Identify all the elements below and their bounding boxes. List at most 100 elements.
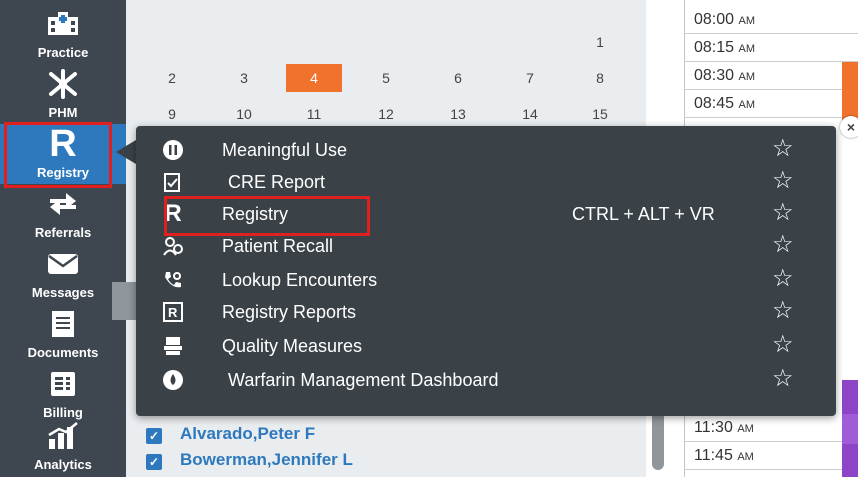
patient-recall-icon [162, 235, 184, 257]
menu-item-quality-measures[interactable]: Quality Measures ☆ [136, 330, 836, 362]
keyboard-shortcut: CTRL + ALT + VR [572, 204, 715, 224]
sidebar-item-label: Messages [31, 285, 95, 300]
svg-text:R: R [168, 305, 178, 320]
time-slot[interactable]: 11:45 AM [684, 442, 858, 470]
calendar-day[interactable]: 13 [430, 100, 486, 128]
billing-icon [0, 368, 126, 400]
sidebar-item-billing[interactable]: Billing [0, 364, 126, 424]
menu-item-lookup-encounters[interactable]: Lookup Encounters ☆ [136, 264, 836, 296]
calendar-day[interactable]: 2 [144, 64, 200, 92]
network-icon [0, 68, 126, 100]
sidebar-item-practice[interactable]: Practice [0, 4, 126, 64]
popup-arrow [116, 140, 136, 164]
time-slot-time: 11:45 [694, 447, 733, 464]
sidebar-item-documents[interactable]: Documents [0, 304, 126, 364]
sidebar-item-registry[interactable]: R Registry [0, 122, 126, 184]
time-slot-time: 08:45 [694, 95, 735, 112]
sidebar-item-label: Practice [37, 45, 89, 60]
sidebar-item-phm[interactable]: PHM [0, 64, 126, 124]
menu-item-label: Registry Reports [222, 302, 357, 322]
star-icon[interactable]: ☆ [772, 266, 794, 292]
time-slot-time: 08:15 [694, 39, 735, 56]
warfarin-icon [162, 369, 184, 391]
calendar-day[interactable]: 7 [502, 64, 558, 92]
time-slot-time: 11:30 [694, 419, 733, 436]
calendar-day[interactable]: 5 [358, 64, 414, 92]
time-slot-time: 08:00 [694, 11, 735, 28]
time-slot[interactable]: 08:45 AM [684, 90, 858, 118]
time-slot[interactable]: 08:00 AM [684, 6, 858, 34]
menu-item-warfarin-dashboard[interactable]: Warfarin Management Dashboard ☆ [136, 364, 836, 396]
hospital-icon [0, 8, 126, 40]
star-icon[interactable]: ☆ [772, 332, 794, 358]
left-sidebar: Practice PHM R Registry Referrals Messag… [0, 0, 126, 477]
calendar-day[interactable]: 1 [572, 28, 628, 56]
time-slot[interactable]: 08:30 AM [684, 62, 858, 90]
menu-item-label: CRE Report [228, 172, 326, 192]
star-icon[interactable]: ☆ [772, 200, 794, 226]
calendar-day[interactable]: 10 [216, 100, 272, 128]
time-slot-ampm: AM [737, 451, 754, 463]
calendar-weekday-header [146, 0, 626, 8]
appointment-color-bar [842, 62, 858, 124]
menu-item-label: Lookup Encounters [222, 270, 378, 290]
appointment-color-bar [842, 380, 858, 414]
time-slot-ampm: AM [737, 423, 754, 435]
patient-name[interactable]: Bowerman,Jennifer L [180, 450, 353, 470]
chart-icon [0, 420, 126, 452]
menu-item-meaningful-use[interactable]: Meaningful Use ☆ [136, 134, 836, 166]
menu-item-registry-reports[interactable]: R Registry Reports ☆ [136, 296, 836, 328]
time-slot-ampm: AM [738, 43, 756, 55]
calendar-day[interactable]: 11 [286, 100, 342, 128]
sidebar-item-label: Referrals [34, 225, 92, 240]
close-icon[interactable]: × [840, 116, 858, 138]
registry-r-icon: R [49, 122, 77, 165]
time-slot-ampm: AM [738, 99, 756, 111]
sidebar-item-label: Registry [36, 165, 90, 180]
star-icon[interactable]: ☆ [772, 136, 794, 162]
menu-item-label: Quality Measures [222, 336, 363, 356]
sidebar-item-referrals[interactable]: Referrals [0, 184, 126, 244]
time-slot-time: 08:30 [694, 67, 735, 84]
time-slot-ampm: AM [738, 15, 756, 27]
calendar-day[interactable]: 12 [358, 100, 414, 128]
calendar-day[interactable]: 3 [216, 64, 272, 92]
calendar-day[interactable]: 6 [430, 64, 486, 92]
calendar-day[interactable]: 14 [502, 100, 558, 128]
appointment-color-bar [842, 444, 858, 477]
envelope-icon [0, 248, 126, 280]
lookup-encounters-icon [162, 269, 184, 291]
patient-name[interactable]: Alvarado,Peter F [180, 424, 315, 444]
menu-item-patient-recall[interactable]: Patient Recall ☆ [136, 230, 836, 262]
quality-measures-icon [162, 335, 184, 357]
calendar-day[interactable]: 9 [144, 100, 200, 128]
star-icon[interactable]: ☆ [772, 366, 794, 392]
menu-item-label: Warfarin Management Dashboard [228, 370, 499, 390]
sidebar-item-label: Documents [27, 345, 99, 360]
checkbox[interactable]: ✓ [146, 454, 162, 470]
time-slot[interactable]: 08:15 AM [684, 34, 858, 62]
registry-icon: R [164, 200, 182, 227]
menu-item-label: Meaningful Use [222, 140, 348, 160]
appointment-color-bar [842, 414, 858, 444]
meaningful-use-icon [162, 139, 184, 161]
registry-popup-menu: Meaningful Use ☆ CRE Report ☆ R Registry… [136, 126, 836, 416]
calendar-day[interactable]: 15 [572, 100, 628, 128]
calendar-day[interactable]: 8 [572, 64, 628, 92]
sidebar-item-analytics[interactable]: Analytics [0, 416, 126, 476]
menu-item-label: Patient Recall [222, 236, 334, 256]
menu-item-registry[interactable]: R Registry CTRL + ALT + VR ☆ [136, 198, 836, 230]
checkbox[interactable]: ✓ [146, 428, 162, 444]
time-slot-ampm: AM [738, 71, 756, 83]
time-slot[interactable]: 11:30 AM [684, 414, 858, 442]
panel-edge [112, 282, 136, 320]
document-icon [0, 308, 126, 340]
star-icon[interactable]: ☆ [772, 232, 794, 258]
star-icon[interactable]: ☆ [772, 168, 794, 194]
sidebar-item-messages[interactable]: Messages [0, 244, 126, 304]
sidebar-item-label: Analytics [34, 457, 92, 472]
menu-item-cre-report[interactable]: CRE Report ☆ [136, 166, 836, 198]
star-icon[interactable]: ☆ [772, 298, 794, 324]
menu-item-label: Registry [222, 204, 289, 224]
calendar-day-today[interactable]: 4 [286, 64, 342, 92]
